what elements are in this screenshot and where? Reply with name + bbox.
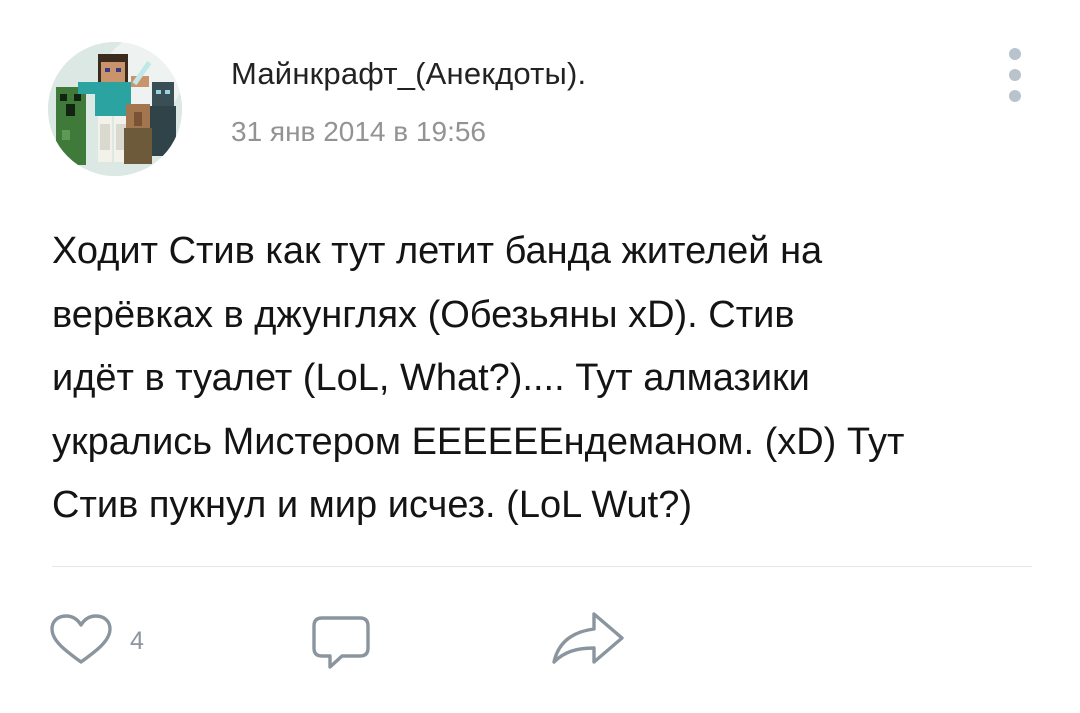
post-timestamp[interactable]: 31 янв 2014 в 19:56 bbox=[231, 116, 486, 148]
share-icon bbox=[552, 612, 624, 664]
post-card: Майнкрафт_(Анекдоты). 31 янв 2014 в 19:5… bbox=[0, 0, 1080, 713]
menu-dot bbox=[1009, 69, 1021, 81]
menu-dot bbox=[1009, 48, 1021, 60]
like-button[interactable]: 4 bbox=[46, 612, 166, 668]
post-text-line: идёт в туалет (LoL, What?).... Тут алмаз… bbox=[52, 357, 810, 399]
post-text-line: Стив пукнул и мир исчез. (LoL Wut?) bbox=[52, 484, 693, 526]
avatar-image bbox=[48, 42, 182, 176]
post-text: Ходит Стив как тут летит банда жителей н… bbox=[52, 220, 1052, 538]
divider bbox=[52, 566, 1032, 567]
menu-dot bbox=[1009, 90, 1021, 102]
share-button[interactable] bbox=[548, 608, 628, 668]
post-text-line: верёвках в джунглях (Обезьяны xD). Стив bbox=[52, 293, 795, 336]
comment-icon bbox=[312, 616, 370, 669]
post-text-line: Ходит Стив как тут летит банда жителей н… bbox=[52, 230, 823, 272]
author-name[interactable]: Майнкрафт_(Анекдоты). bbox=[231, 56, 586, 92]
more-vertical-icon[interactable] bbox=[996, 40, 1036, 110]
post-text-line: укрались Мистером ЕЕЕЕЕЕндеманом. (xD) Т… bbox=[52, 420, 905, 463]
heart-icon bbox=[50, 614, 112, 664]
avatar[interactable] bbox=[48, 42, 182, 176]
like-count: 4 bbox=[130, 627, 144, 655]
comment-button[interactable] bbox=[308, 612, 378, 672]
